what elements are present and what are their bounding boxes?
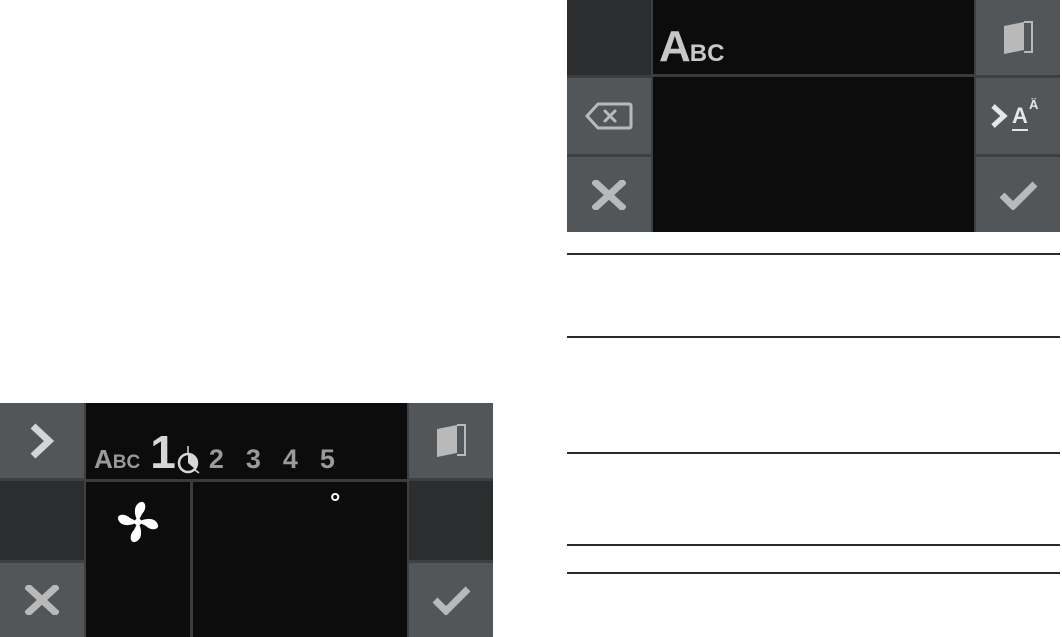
fan-mode-button[interactable]	[86, 482, 190, 562]
divider	[190, 482, 193, 637]
empty-slot	[0, 481, 84, 560]
divider-line	[567, 336, 1060, 338]
tab-2[interactable]: 2	[209, 444, 224, 475]
empty-slot	[409, 481, 493, 560]
cancel-button[interactable]	[567, 157, 651, 232]
character-select-button[interactable]: A Ä	[976, 78, 1060, 154]
next-button[interactable]	[0, 403, 84, 478]
divider-line	[567, 253, 1060, 255]
empty-slot	[567, 0, 651, 75]
accent-letter: A Ä	[1012, 97, 1046, 133]
tab-4[interactable]: 4	[283, 444, 298, 475]
tab-abc[interactable]: ABC	[94, 444, 140, 475]
cancel-button[interactable]	[0, 563, 84, 637]
temperature-degree-symbol: °	[330, 487, 341, 517]
book-icon	[437, 423, 466, 457]
text-entry-panel: ABC A Ä	[567, 0, 1060, 232]
timer-icon	[177, 446, 200, 474]
program-tabs: ABC 1 2 3 4 5	[94, 427, 335, 475]
input-field-area[interactable]: ABC	[653, 0, 974, 232]
divider	[653, 74, 974, 77]
chevron-right-icon	[30, 422, 55, 459]
close-icon	[592, 179, 626, 210]
confirm-button[interactable]	[976, 157, 1060, 232]
input-mode-label: ABC	[659, 22, 725, 71]
book-icon	[1004, 20, 1033, 54]
chevron-right-icon	[991, 104, 1008, 128]
tab-1[interactable]: 1	[150, 429, 201, 475]
close-icon	[25, 585, 59, 615]
divider-line	[567, 544, 1060, 546]
backspace-button[interactable]	[567, 78, 651, 154]
fan-icon	[117, 501, 159, 543]
divider-line	[567, 572, 1060, 574]
check-icon	[432, 586, 471, 615]
book-button[interactable]	[976, 0, 1060, 75]
tab-3[interactable]: 3	[246, 444, 261, 475]
backspace-icon	[584, 102, 633, 130]
program-screen: ABC 1 2 3 4 5 °	[86, 403, 407, 637]
fan-program-panel: ABC 1 2 3 4 5 °	[0, 403, 493, 637]
divider-line	[567, 452, 1060, 454]
tab-5[interactable]: 5	[320, 444, 335, 475]
book-button[interactable]	[409, 403, 493, 478]
confirm-button[interactable]	[409, 563, 493, 637]
check-icon	[999, 181, 1038, 210]
